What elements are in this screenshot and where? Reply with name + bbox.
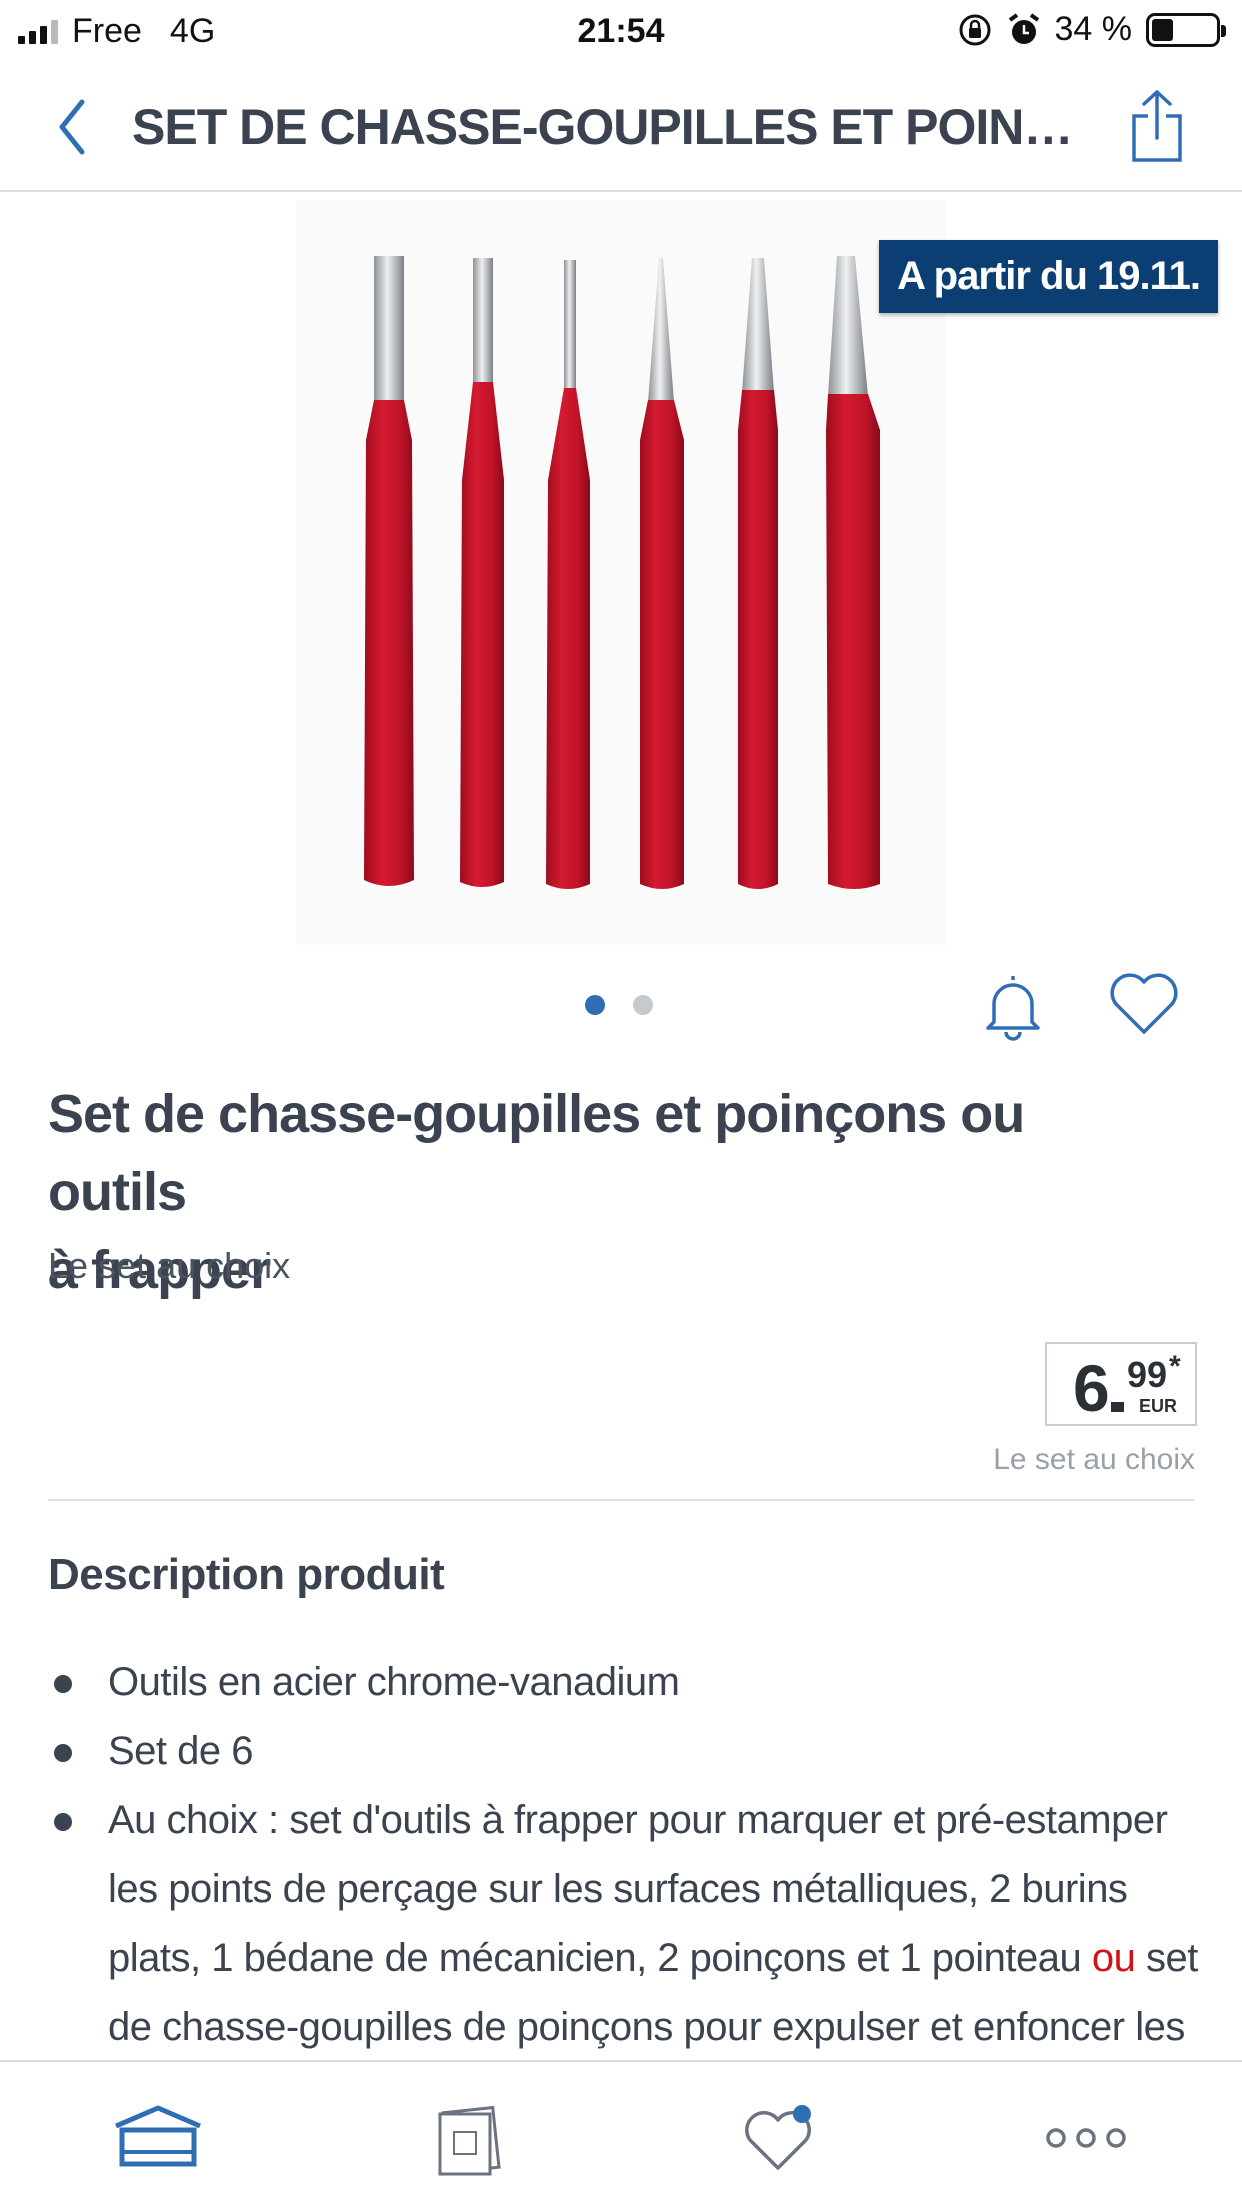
nav-bar: SET DE CHASSE-GOUPILLES ET POINÇONS OU…: [0, 62, 1242, 192]
tab-favorites[interactable]: [728, 2100, 828, 2176]
gallery-pager[interactable]: [585, 995, 653, 1015]
price-cents: 99: [1127, 1354, 1168, 1395]
tab-leaflet[interactable]: [420, 2100, 520, 2176]
heart-icon: [745, 2105, 811, 2170]
tab-home[interactable]: [108, 2100, 208, 2176]
pager-dot-active[interactable]: [585, 995, 605, 1015]
price-tag: 6 99 * EUR: [1045, 1342, 1197, 1426]
home-icon: [115, 2105, 201, 2167]
price-separator: [1111, 1402, 1124, 1412]
alarm-icon: [1008, 12, 1039, 44]
back-button[interactable]: [50, 92, 100, 162]
chevron-left-icon: [59, 99, 85, 155]
availability-badge: A partir du 19.11.: [879, 240, 1218, 313]
pager-dot[interactable]: [633, 995, 653, 1015]
description-item: Set de 6: [48, 1717, 1208, 1786]
status-bar: Free 4G 21:54 34 %: [0, 0, 1242, 62]
description-item-text: Au choix : set d'outils à frapper pour m…: [108, 1798, 1168, 1980]
price-note: Le set au choix: [993, 1443, 1195, 1476]
more-icon: [1046, 2128, 1126, 2148]
description-title: Description produit: [48, 1550, 445, 1599]
status-right: 34 %: [957, 10, 1226, 49]
favorite-button[interactable]: [1106, 968, 1182, 1038]
product-subtitle: Le set au choix: [48, 1245, 291, 1286]
leaflet-icon: [438, 2105, 501, 2176]
price-currency: EUR: [1139, 1396, 1178, 1416]
tab-more[interactable]: [1036, 2100, 1136, 2176]
share-button[interactable]: [1128, 88, 1186, 164]
battery-label: 34 %: [1054, 10, 1133, 48]
price-main: 6: [1073, 1351, 1110, 1425]
rotation-lock-icon: [959, 14, 990, 45]
product-image[interactable]: [296, 200, 946, 945]
battery-icon: [1146, 12, 1226, 47]
description-list: Outils en acier chrome-vanadium Set de 6…: [48, 1648, 1208, 2131]
description-item: Outils en acier chrome-vanadium: [48, 1648, 1208, 1717]
punch-set-image: [364, 256, 880, 889]
nav-title: SET DE CHASSE-GOUPILLES ET POINÇONS OU…: [132, 99, 1092, 155]
bell-icon: [986, 976, 1040, 1041]
tab-bar: [0, 2060, 1242, 2208]
description-or: ou: [1091, 1936, 1136, 1980]
divider: [48, 1499, 1194, 1501]
heart-icon: [1110, 973, 1178, 1034]
price-footnote-mark: *: [1169, 1350, 1181, 1383]
product-title-line1: Set de chasse-goupilles et poinçons ou o…: [48, 1084, 1025, 1222]
notify-button[interactable]: [980, 970, 1046, 1042]
share-icon: [1132, 90, 1182, 162]
